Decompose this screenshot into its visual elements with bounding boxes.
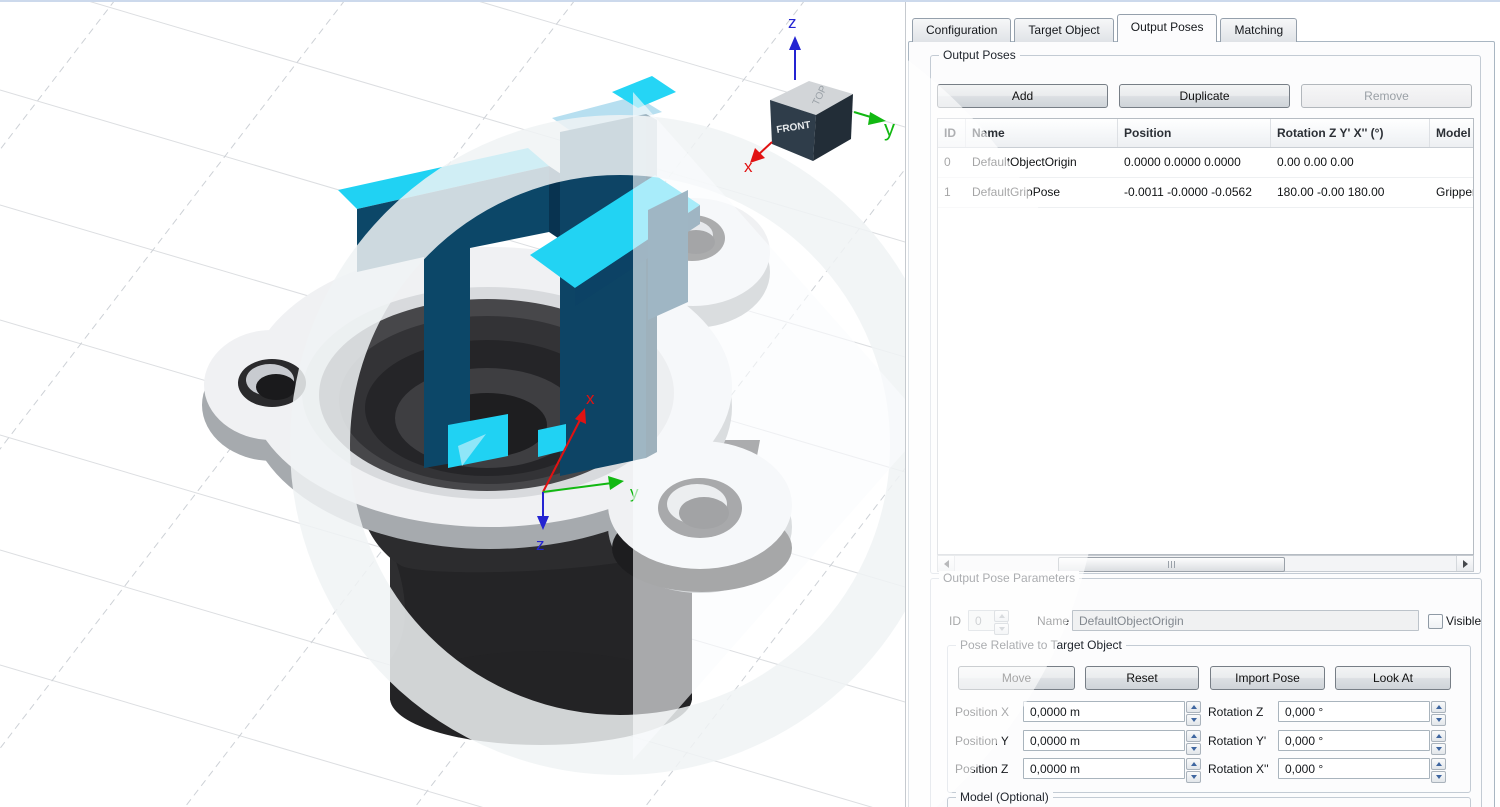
add-button[interactable]: Add [937,84,1108,108]
3d-viewport[interactable]: x y z TOP FRONT [0,0,906,807]
output-pose-parameters-group: Output Pose Parameters ID 0 Name Default… [930,578,1482,807]
spin-down-icon[interactable] [1186,714,1201,726]
tab-configuration[interactable]: Configuration [912,18,1011,42]
position-y-label: Position Y [955,730,1009,752]
spin-down-icon[interactable] [994,623,1009,635]
table-horizontal-scrollbar[interactable] [937,555,1474,572]
spin-up-icon[interactable] [1431,701,1446,713]
cube-y-label: y [884,116,895,141]
gizmo-x-label: x [586,389,595,408]
id-spinner[interactable] [994,610,1009,632]
cell-model [1430,148,1473,177]
header-rotation[interactable]: Rotation Z Y' X'' (°) [1271,119,1430,147]
cell-rotation: 0.00 0.00 0.00 [1271,148,1430,177]
spin-up-icon[interactable] [1431,730,1446,742]
visible-checkbox[interactable] [1428,614,1443,629]
rotation-y-field[interactable]: 0,000 ° [1278,730,1430,751]
cell-name: DefaultGripPose [966,178,1118,207]
cell-id: 0 [938,148,966,177]
rotation-z-spinner[interactable] [1431,701,1446,723]
reset-button[interactable]: Reset [1085,666,1199,690]
rotation-y-label: Rotation Y' [1208,730,1266,752]
import-pose-button[interactable]: Import Pose [1210,666,1325,690]
move-button[interactable]: Move [958,666,1075,690]
position-y-field[interactable]: 0,0000 m [1023,730,1185,751]
cell-name: DefaultObjectOrigin [966,148,1118,177]
cube-z-arrow-icon [789,36,801,50]
header-model[interactable]: Model [1430,119,1473,147]
gizmo-z-label: z [536,535,545,554]
spin-up-icon[interactable] [1186,701,1201,713]
table-header-row: ID Name Position Rotation Z Y' X'' (°) M… [938,119,1473,148]
spin-down-icon[interactable] [1431,771,1446,783]
application-window: x y z TOP FRONT [0,0,1500,807]
header-position[interactable]: Position [1118,119,1271,147]
header-name[interactable]: Name [966,119,1118,147]
rotation-y-spinner[interactable] [1431,730,1446,752]
tab-matching[interactable]: Matching [1220,18,1297,42]
cell-position: -0.0011 -0.0000 -0.0562 [1118,178,1271,207]
position-z-label: Position Z [955,758,1008,780]
model-optional-group-label: Model (Optional) [956,790,1053,804]
cell-model: Gripper [1430,178,1473,207]
output-poses-group: Output Poses Add Duplicate Remove ID Nam… [930,55,1481,574]
position-x-spinner[interactable] [1186,701,1201,723]
pose-relative-group-label: Pose Relative to Target Object [956,638,1126,652]
3d-scene[interactable]: x y z TOP FRONT [0,0,905,807]
tab-bar: Configuration Target Object Output Poses… [912,15,1300,42]
tab-target-object[interactable]: Target Object [1014,18,1113,42]
cell-position: 0.0000 0.0000 0.0000 [1118,148,1271,177]
remove-button[interactable]: Remove [1301,84,1472,108]
scroll-left-icon[interactable] [938,556,955,571]
tab-output-poses[interactable]: Output Poses [1117,14,1218,42]
table-row[interactable]: 1 DefaultGripPose -0.0011 -0.0000 -0.056… [938,178,1473,208]
table-row[interactable]: 0 DefaultObjectOrigin 0.0000 0.0000 0.00… [938,148,1473,178]
id-label: ID [949,610,961,632]
position-z-spinner[interactable] [1186,758,1201,780]
position-x-label: Position X [955,701,1009,723]
output-pose-parameters-label: Output Pose Parameters [939,571,1079,585]
cell-rotation: 180.00 -0.00 180.00 [1271,178,1430,207]
scroll-right-icon[interactable] [1456,556,1473,571]
spin-up-icon[interactable] [1186,730,1201,742]
model-optional-group: Model (Optional) [947,797,1471,807]
spin-down-icon[interactable] [1186,743,1201,755]
visible-label: Visible [1446,610,1481,632]
duplicate-button[interactable]: Duplicate [1119,84,1290,108]
cube-z-label: z [788,13,797,32]
position-y-spinner[interactable] [1186,730,1201,752]
output-poses-group-label: Output Poses [939,48,1020,62]
cell-id: 1 [938,178,966,207]
rotation-z-field[interactable]: 0,000 ° [1278,701,1430,722]
spin-down-icon[interactable] [1431,743,1446,755]
spin-down-icon[interactable] [1186,771,1201,783]
position-z-field[interactable]: 0,0000 m [1023,758,1185,779]
position-x-field[interactable]: 0,0000 m [1023,701,1185,722]
name-field[interactable]: DefaultObjectOrigin [1072,610,1419,631]
output-poses-table[interactable]: ID Name Position Rotation Z Y' X'' (°) M… [937,118,1474,555]
header-id[interactable]: ID [938,119,966,147]
scrollbar-thumb[interactable] [1058,557,1285,572]
rotation-x-spinner[interactable] [1431,758,1446,780]
spin-up-icon[interactable] [1431,758,1446,770]
spin-up-icon[interactable] [1186,758,1201,770]
rotation-x-field[interactable]: 0,000 ° [1278,758,1430,779]
settings-panel: Configuration Target Object Output Poses… [906,0,1500,807]
spin-down-icon[interactable] [1431,714,1446,726]
name-label: Name [1037,610,1069,632]
spin-up-icon[interactable] [994,610,1009,622]
rotation-z-label: Rotation Z [1208,701,1263,723]
cube-x-label: x [744,157,753,176]
rotation-x-label: Rotation X'' [1208,758,1269,780]
look-at-button[interactable]: Look At [1335,666,1451,690]
pose-relative-group: Pose Relative to Target Object Move Rese… [947,645,1471,793]
